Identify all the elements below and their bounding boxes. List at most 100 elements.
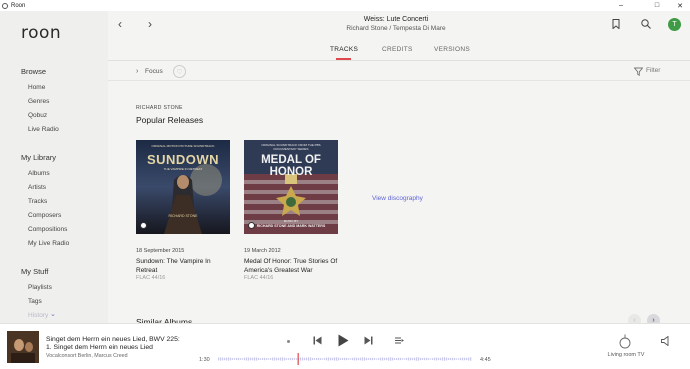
tab-versions[interactable]: VERSIONS xyxy=(434,46,470,53)
sidebar-item-genres[interactable]: Genres xyxy=(28,98,49,105)
waveform-bar xyxy=(456,358,458,360)
heart-icon[interactable]: ♡ xyxy=(173,65,186,78)
sidebar-item-tags[interactable]: Tags xyxy=(28,298,42,305)
sidebar-item-compositions[interactable]: Compositions xyxy=(28,226,67,233)
waveform-bar xyxy=(420,357,422,361)
volume-icon[interactable] xyxy=(661,336,671,346)
cover-top-text: ORIGINAL SOUNDTRACK FROM THE PBS DOCUMEN… xyxy=(261,143,321,151)
window-title: Roon xyxy=(11,2,26,9)
browse-heading: Browse xyxy=(21,67,47,76)
waveform-bar xyxy=(258,357,260,361)
now-playing-title[interactable]: Singet dem Herrn ein neues Lied, BWV 225… xyxy=(46,336,206,352)
waveform-bar xyxy=(218,357,220,361)
waveform-bar xyxy=(236,357,238,361)
focus-chevron-icon[interactable]: › xyxy=(136,68,138,75)
waveform-bar xyxy=(354,357,356,361)
waveform-bar xyxy=(226,357,228,361)
waveform-bar xyxy=(328,357,330,361)
waveform-bar xyxy=(280,357,282,361)
waveform-bar xyxy=(296,358,298,360)
waveform-bar xyxy=(336,357,338,361)
roon-logo[interactable]: roon xyxy=(21,23,61,43)
release-title[interactable]: Medal Of Honor: True Stories Of America'… xyxy=(244,258,339,275)
artist-caption[interactable]: RICHARD STONE xyxy=(136,105,183,111)
view-discography-link[interactable]: View discography xyxy=(372,195,423,202)
waveform-bar xyxy=(368,358,370,360)
playhead-marker[interactable] xyxy=(297,353,299,365)
waveform-bar xyxy=(370,357,372,361)
album-cover-medal-of-honor[interactable]: ORIGINAL SOUNDTRACK FROM THE PBS DOCUMEN… xyxy=(244,140,338,234)
sidebar-item-albums[interactable]: Albums xyxy=(28,170,50,177)
sidebar-item-live-radio[interactable]: Live Radio xyxy=(28,126,59,133)
waveform-bar xyxy=(282,357,284,361)
waveform-bar xyxy=(334,357,336,361)
waveform-bar xyxy=(324,358,326,360)
play-icon[interactable] xyxy=(338,334,349,347)
waveform-bar xyxy=(376,358,378,360)
next-track-icon[interactable] xyxy=(364,336,373,345)
waveform-bar xyxy=(390,357,392,361)
waveform-bar xyxy=(318,357,320,361)
avatar[interactable]: T xyxy=(668,18,681,31)
waveform-bar xyxy=(400,357,402,361)
search-icon[interactable] xyxy=(641,19,651,29)
waveform-bar xyxy=(264,357,266,361)
waveform-bar xyxy=(316,357,318,361)
tab-tracks[interactable]: TRACKS xyxy=(330,46,358,53)
waveform-bar xyxy=(428,358,430,360)
waveform-bar xyxy=(340,358,342,360)
previous-track-icon[interactable] xyxy=(313,336,322,345)
waveform-bar xyxy=(398,357,400,361)
progress-waveform[interactable] xyxy=(217,353,472,365)
release-title[interactable]: Sundown: The Vampire In Retreat xyxy=(136,258,231,275)
filter-button[interactable]: Filter xyxy=(646,67,660,74)
roon-badge-icon xyxy=(140,222,147,229)
sidebar-item-tracks[interactable]: Tracks xyxy=(28,198,47,205)
waveform-bar xyxy=(444,357,446,361)
zone-name[interactable]: Living room TV xyxy=(606,352,646,358)
waveform-bar xyxy=(288,358,290,360)
sidebar-item-home[interactable]: Home xyxy=(28,84,45,91)
now-playing-title-line1: Singet dem Herrn ein neues Lied, BWV 225… xyxy=(46,336,180,343)
sidebar-item-history[interactable]: History xyxy=(28,312,48,319)
expand-chevron-icon[interactable]: ⌄ xyxy=(50,310,56,318)
album-title[interactable]: Weiss: Lute Concerti xyxy=(286,16,506,23)
waveform-bar xyxy=(292,357,294,361)
maximize-button[interactable]: □ xyxy=(647,0,667,11)
bookmark-icon[interactable] xyxy=(612,19,620,29)
waveform-bar xyxy=(362,357,364,361)
album-subtitle[interactable]: Richard Stone / Tempesta Di Mare xyxy=(286,25,506,32)
sidebar-item-my-live-radio[interactable]: My Live Radio xyxy=(28,240,69,247)
minimize-button[interactable]: – xyxy=(611,0,631,11)
waveform-bar xyxy=(286,358,288,360)
waveform-bar xyxy=(232,358,234,360)
waveform-bar xyxy=(414,357,416,361)
waveform-bar xyxy=(278,357,280,361)
forward-arrow-icon[interactable]: › xyxy=(148,17,152,31)
waveform-bar xyxy=(366,357,368,361)
shuffle-indicator-icon[interactable] xyxy=(285,338,291,344)
release-format: FLAC 44/16 xyxy=(136,275,166,281)
tab-credits[interactable]: CREDITS xyxy=(382,46,413,53)
album-cover-sundown[interactable]: ORIGINAL MOTION PICTURE SOUNDTRACK SUNDO… xyxy=(136,140,230,234)
sidebar-item-artists[interactable]: Artists xyxy=(28,184,46,191)
zone-speaker-icon[interactable] xyxy=(619,334,631,349)
waveform-bar xyxy=(276,357,278,361)
sidebar-item-playlists[interactable]: Playlists xyxy=(28,284,52,291)
waveform-bar xyxy=(374,358,376,360)
waveform-bar xyxy=(228,357,230,361)
now-playing-artwork[interactable] xyxy=(7,331,39,363)
waveform-bar xyxy=(396,358,398,360)
filter-icon[interactable] xyxy=(634,67,643,76)
waveform-bar xyxy=(392,357,394,361)
sidebar-item-composers[interactable]: Composers xyxy=(28,212,61,219)
waveform-bar xyxy=(440,357,442,361)
now-playing-artist[interactable]: Vocalconsort Berlin, Marcus Creed xyxy=(46,353,128,359)
queue-icon[interactable] xyxy=(395,337,404,344)
close-button[interactable]: ✕ xyxy=(670,0,690,11)
sidebar-item-qobuz[interactable]: Qobuz xyxy=(28,112,47,119)
waveform-bar xyxy=(470,357,472,361)
focus-button[interactable]: Focus xyxy=(145,68,163,75)
back-arrow-icon[interactable]: ‹ xyxy=(118,17,122,31)
waveform-bar xyxy=(338,357,340,361)
